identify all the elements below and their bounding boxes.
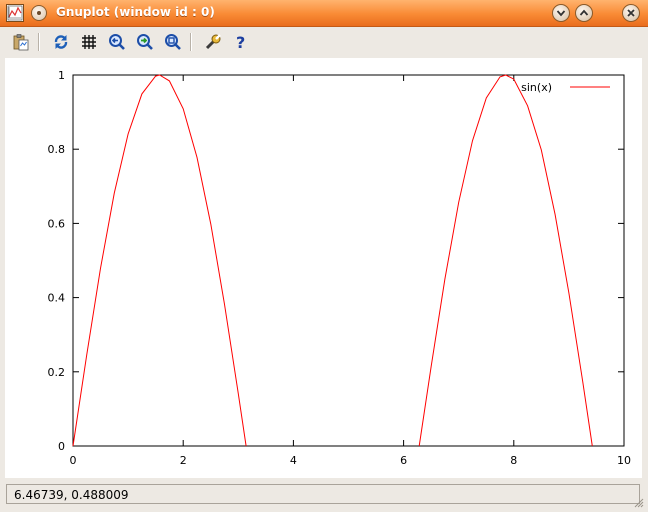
title-bar[interactable]: Gnuplot (window id : 0): [0, 0, 648, 27]
y-tick-label: 0.4: [48, 292, 66, 305]
close-button[interactable]: [622, 4, 640, 22]
x-tick-label: 6: [400, 454, 407, 467]
y-tick-label: 0.6: [48, 217, 66, 230]
y-tick-label: 0.2: [48, 366, 66, 379]
minimize-icon: [556, 10, 566, 17]
x-tick-label: 8: [510, 454, 517, 467]
gnuplot-window: Gnuplot (window id : 0) ? 0 2 4 6 8 10 0…: [0, 0, 648, 512]
toggle-grid-button[interactable]: [78, 31, 100, 53]
x-tick-label: 2: [180, 454, 187, 467]
y-tick-label: 0.8: [48, 143, 66, 156]
svg-text:?: ?: [236, 33, 245, 51]
toolbar-separator: [190, 33, 192, 51]
y-tick-label: 1: [58, 69, 65, 82]
y-tick-label: 0: [58, 440, 65, 453]
zoom-next-icon: [137, 34, 153, 50]
maximize-button[interactable]: [575, 4, 593, 22]
wrench-icon: [205, 34, 221, 50]
close-icon: [627, 9, 635, 17]
window-menu-button[interactable]: [31, 5, 47, 21]
window-title: Gnuplot (window id : 0): [56, 5, 215, 19]
replot-button[interactable]: [50, 31, 72, 53]
x-tick-label: 0: [70, 454, 77, 467]
toolbar: ?: [0, 27, 648, 57]
series-line-sin-x: [72, 74, 593, 447]
resize-grip-icon[interactable]: [632, 496, 644, 508]
copy-to-clipboard-button[interactable]: [10, 31, 32, 53]
plot-area[interactable]: 0 2 4 6 8 10 0 0.2 0.4 0.6 0.8 1 sin(x): [5, 58, 642, 478]
x-tick-label: 4: [290, 454, 297, 467]
gnuplot-app-icon[interactable]: [6, 4, 24, 22]
grid-icon: [82, 35, 96, 49]
clipboard-icon: [13, 34, 29, 51]
plot-border: [72, 74, 625, 447]
legend-label: sin(x): [521, 81, 552, 94]
unzoom-button[interactable]: [162, 31, 184, 53]
previous-zoom-button[interactable]: [106, 31, 128, 53]
help-button[interactable]: ?: [230, 31, 252, 53]
status-bar: 6.46739, 0.488009: [0, 480, 648, 512]
zoom-previous-icon: [109, 34, 125, 50]
sin-x-line-chart[interactable]: 0 2 4 6 8 10 0 0.2 0.4 0.6 0.8 1 sin(x): [5, 58, 642, 478]
next-zoom-button[interactable]: [134, 31, 156, 53]
refresh-icon: [54, 35, 68, 49]
x-tick-label: 10: [617, 454, 631, 467]
preferences-button[interactable]: [202, 31, 224, 53]
maximize-icon: [579, 9, 589, 16]
toolbar-separator: [38, 33, 40, 51]
zoom-reset-icon: [165, 34, 181, 50]
mouse-coordinates: 6.46739, 0.488009: [14, 488, 129, 502]
minimize-button[interactable]: [552, 4, 570, 22]
help-icon: ?: [236, 33, 245, 51]
status-field: 6.46739, 0.488009: [6, 484, 640, 504]
